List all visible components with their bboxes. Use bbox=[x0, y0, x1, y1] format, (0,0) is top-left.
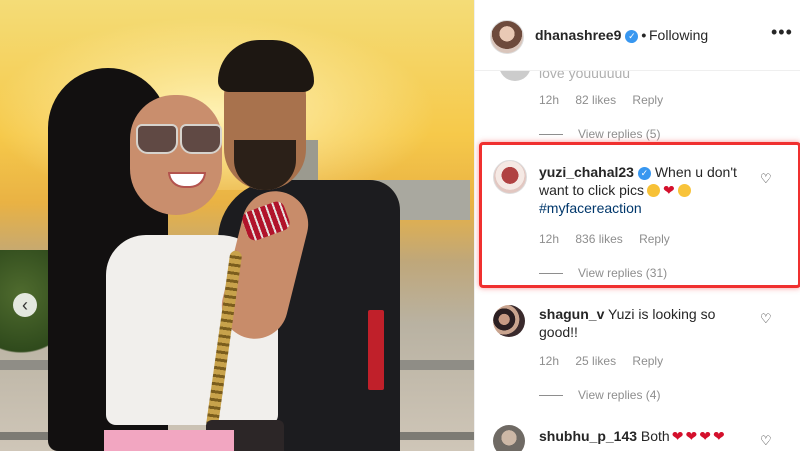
comment-likes[interactable]: 836 likes bbox=[575, 232, 622, 246]
hashtag-link[interactable]: #myfacereaction bbox=[539, 200, 642, 216]
comment-username[interactable]: yuzi_chahal23 bbox=[539, 164, 634, 180]
red-heart-emoji: ❤ bbox=[671, 428, 684, 444]
view-replies-button[interactable]: View replies (4) bbox=[539, 388, 660, 402]
sunglasses bbox=[136, 124, 222, 154]
comment-text: shagun_v Yuzi is looking so good!! bbox=[539, 305, 749, 341]
separator-dot: • bbox=[641, 27, 647, 43]
comment-likes[interactable]: 82 likes bbox=[575, 93, 616, 107]
post-username[interactable]: dhanashree9 ✓ • bbox=[535, 27, 646, 43]
comment-username[interactable]: shagun_v bbox=[539, 306, 604, 322]
comment-time: 12h bbox=[539, 354, 560, 368]
post-photo[interactable]: ‹ bbox=[0, 0, 474, 451]
verified-icon: ✓ bbox=[625, 30, 639, 43]
reply-button[interactable]: Reply bbox=[632, 93, 663, 107]
comment-time: 12h bbox=[539, 93, 560, 107]
comments-panel: dhanashree9 ✓ • Following ••• love youuuuu… bbox=[474, 0, 800, 451]
pink-shorts bbox=[104, 430, 234, 451]
view-replies-button[interactable]: View replies (31) bbox=[539, 266, 667, 280]
comment-text: yuzi_chahal23 ✓ When u don't want to clic… bbox=[539, 163, 749, 217]
comment-text: love youuuuuu bbox=[539, 71, 631, 81]
reply-button[interactable]: Reply bbox=[632, 354, 663, 368]
avatar[interactable] bbox=[490, 20, 524, 54]
heart-icon[interactable]: ♡ bbox=[760, 311, 772, 327]
sweat-smile-emoji bbox=[647, 184, 661, 197]
more-icon[interactable]: ••• bbox=[771, 22, 793, 43]
comment-time: 12h bbox=[539, 232, 560, 246]
heart-icon[interactable]: ♡ bbox=[760, 171, 772, 187]
red-heart-emoji: ❤ bbox=[663, 182, 675, 198]
woman-face bbox=[130, 95, 222, 215]
chevron-left-icon[interactable]: ‹ bbox=[13, 293, 37, 317]
reply-button[interactable]: Reply bbox=[639, 232, 670, 246]
comment-likes[interactable]: 25 likes bbox=[575, 354, 616, 368]
view-replies-button[interactable]: View replies (5) bbox=[539, 127, 660, 141]
comments-list[interactable]: love youuuuuu 12h 82 likes Reply View re… bbox=[475, 71, 800, 451]
sunglasses-lens-right bbox=[180, 124, 222, 154]
kissing-face-emoji bbox=[677, 184, 691, 197]
comment-meta: 12h 836 likes Reply bbox=[539, 232, 683, 246]
comment-body: Both bbox=[640, 428, 670, 444]
comment-meta: 12h 25 likes Reply bbox=[539, 354, 676, 368]
man-hair bbox=[218, 40, 314, 92]
following-button[interactable]: Following bbox=[649, 27, 708, 43]
post-header: dhanashree9 ✓ • Following ••• bbox=[475, 0, 800, 71]
avatar[interactable] bbox=[493, 160, 527, 194]
verified-icon: ✓ bbox=[637, 167, 651, 180]
heart-icon[interactable]: ♡ bbox=[760, 433, 772, 449]
red-heart-emoji: ❤ bbox=[685, 428, 698, 444]
red-heart-emoji: ❤ bbox=[699, 428, 711, 444]
sunglasses-lens-left bbox=[136, 124, 178, 154]
avatar[interactable] bbox=[493, 305, 525, 337]
avatar[interactable] bbox=[493, 425, 525, 451]
comment-text: shubhu_p_143 Both ❤ ❤ ❤ ❤ bbox=[539, 427, 749, 445]
comment-meta: 12h 82 likes Reply bbox=[539, 93, 676, 107]
comment-username[interactable]: shubhu_p_143 bbox=[539, 428, 637, 444]
avatar[interactable] bbox=[499, 71, 531, 81]
jacket-tag bbox=[368, 310, 384, 390]
red-heart-emoji: ❤ bbox=[712, 428, 725, 444]
post-username-text[interactable]: dhanashree9 bbox=[535, 27, 621, 43]
